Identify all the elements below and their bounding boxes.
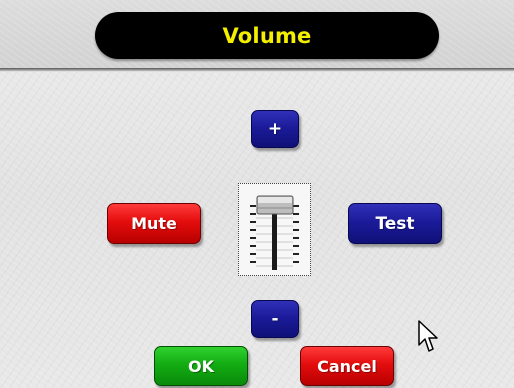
page-title: Volume xyxy=(222,23,312,48)
title-bar: Volume xyxy=(95,12,439,59)
volume-down-button[interactable]: - xyxy=(251,300,299,338)
volume-up-label: + xyxy=(267,119,283,139)
volume-slider[interactable] xyxy=(238,183,311,276)
header-divider xyxy=(0,68,514,72)
volume-up-button[interactable]: + xyxy=(251,110,299,148)
mute-button[interactable]: Mute xyxy=(107,203,201,244)
volume-down-label: - xyxy=(271,309,279,329)
mute-label: Mute xyxy=(131,214,177,233)
test-button[interactable]: Test xyxy=(348,203,442,244)
cancel-button[interactable]: Cancel xyxy=(300,346,394,386)
mouse-pointer-icon xyxy=(418,320,440,358)
cancel-label: Cancel xyxy=(317,356,377,376)
volume-slider-icon xyxy=(250,195,299,270)
ok-button[interactable]: OK xyxy=(154,346,248,386)
volume-dialog: Volume + Mute Test - OK Cancel xyxy=(0,0,514,388)
test-label: Test xyxy=(375,213,415,234)
ok-label: OK xyxy=(188,356,214,376)
